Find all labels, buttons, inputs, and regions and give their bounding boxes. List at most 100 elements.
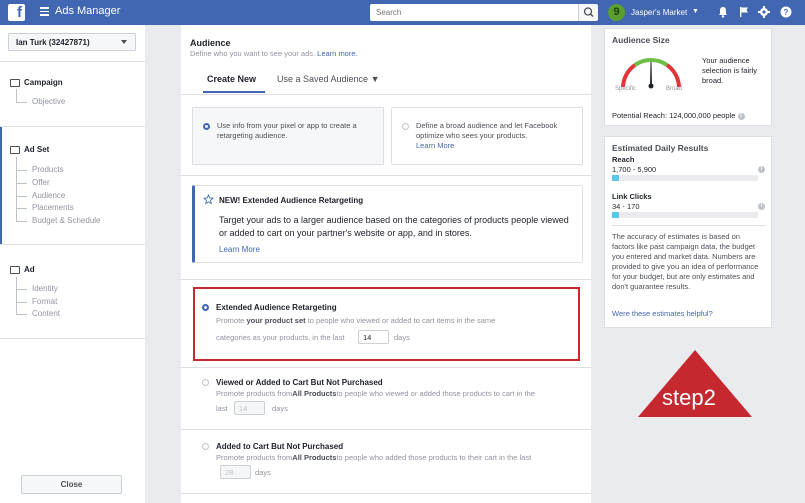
reach-bar <box>612 175 758 181</box>
days-unit: days <box>272 404 288 413</box>
radio-pixel-retargeting[interactable] <box>203 123 210 130</box>
tab-saved-audience[interactable]: Use a Saved Audience ▼ <box>277 74 380 84</box>
choice-description: Promote your product set to people who v… <box>216 316 496 325</box>
promo-body: Target your ads to a larger audience bas… <box>219 215 569 238</box>
radio-viewed-not-purchased[interactable] <box>202 379 209 386</box>
estimated-results-card: Estimated Daily Results Reach 1,700 - 5,… <box>604 136 772 328</box>
nav-objective[interactable]: Objective <box>32 97 65 106</box>
svg-text:?: ? <box>784 8 789 17</box>
reach-value: 1,700 - 5,900 <box>612 165 657 174</box>
choice-title: Added to Cart But Not Purchased <box>216 442 344 451</box>
search-input[interactable] <box>370 4 578 21</box>
menu-icon[interactable] <box>40 7 49 16</box>
reach-label: Reach <box>612 155 635 164</box>
link-clicks-value: 34 - 170 <box>612 202 640 211</box>
info-icon[interactable]: i <box>737 112 745 120</box>
audience-panel: Audience Define who you want to see your… <box>181 25 591 503</box>
link-clicks-bar <box>612 212 758 218</box>
gauge-broad-label: Broad <box>666 86 683 92</box>
help-icon[interactable]: ? <box>779 5 793 19</box>
days-unit: days <box>394 333 410 342</box>
tab-create-new[interactable]: Create New <box>207 74 256 84</box>
audience-size-title: Audience Size <box>612 35 670 45</box>
extended-retargeting-promo: NEW! Extended Audience Retargeting Targe… <box>192 185 583 263</box>
chevron-down-icon <box>121 40 127 44</box>
days-input[interactable] <box>234 401 265 415</box>
radio-extended-retargeting[interactable] <box>202 304 209 311</box>
caret-down-icon: ▼ <box>370 74 380 84</box>
audience-size-gauge: Specific Broad <box>615 53 687 95</box>
estimates-helpful-link[interactable]: Were these estimates helpful? <box>612 309 713 318</box>
option-pixel-retargeting[interactable]: Use info from your pixel or app to creat… <box>192 107 384 165</box>
left-nav-panel: Ian Turk (32427871) Campaign Objective A… <box>0 25 145 503</box>
days-unit: days <box>255 468 271 477</box>
learn-more-link[interactable]: Learn more. <box>317 49 357 58</box>
nav-audience[interactable]: Audience <box>32 191 65 200</box>
choice-description-line2: last <box>216 404 228 413</box>
link-clicks-bar-fill <box>612 212 620 218</box>
nav-offer[interactable]: Offer <box>32 178 50 187</box>
audience-size-card: Audience Size Specific Broad Your audien… <box>604 28 772 126</box>
facebook-logo[interactable]: f <box>8 4 25 21</box>
estimated-results-title: Estimated Daily Results <box>612 143 709 153</box>
estimates-disclaimer: The accuracy of estimates is based on fa… <box>612 232 759 291</box>
radio-added-not-purchased[interactable] <box>202 443 209 450</box>
option-pixel-text: Use info from your pixel or app to creat… <box>217 121 357 140</box>
info-icon[interactable]: i <box>758 166 765 173</box>
search-icon <box>583 7 594 18</box>
info-icon[interactable]: i <box>758 203 765 210</box>
account-avatar[interactable]: 9 <box>608 4 625 21</box>
choice-title: Viewed or Added to Cart But Not Purchase… <box>216 378 383 387</box>
choice-extended-retargeting[interactable]: Extended Audience Retargeting Promote yo… <box>192 289 583 359</box>
ad-account-label: Ian Turk (32427871) <box>16 38 90 47</box>
account-chevron-icon[interactable]: ▼ <box>692 8 699 15</box>
audience-title: Audience <box>190 38 231 48</box>
audience-size-status: Your audience selection is fairly broad. <box>702 56 758 85</box>
step-label: step2 <box>662 385 716 410</box>
radio-broad-audience[interactable] <box>402 123 409 130</box>
flag-icon[interactable] <box>737 5 751 19</box>
choice-description-line2: categories as your products, in the last <box>216 333 345 342</box>
audience-subtitle: Define who you want to see your ads. Lea… <box>190 49 358 58</box>
potential-reach: Potential Reach: 124,000,000 people i <box>612 111 745 120</box>
choice-added-not-purchased[interactable]: Added to Cart But Not Purchased Promote … <box>192 429 583 489</box>
nav-campaign[interactable]: Campaign <box>24 78 63 87</box>
choice-description: Promote products fromAll Productsto peop… <box>216 389 535 398</box>
ad-account-select[interactable]: Ian Turk (32427871) <box>8 33 136 51</box>
nav-ad[interactable]: Ad <box>24 265 35 274</box>
option-broad-text: Define a broad audience and let Facebook… <box>416 121 558 140</box>
nav-section-adset: Ad Set Products Offer Audience Placement… <box>0 126 145 244</box>
star-icon <box>203 194 214 205</box>
adset-grid-icon <box>10 146 20 154</box>
close-button[interactable]: Close <box>21 475 122 494</box>
nav-identity[interactable]: Identity <box>32 284 58 293</box>
gauge-specific-label: Specific <box>615 86 637 92</box>
reach-bar-fill <box>612 175 620 181</box>
active-tab-underline <box>203 91 265 93</box>
link-clicks-label: Link Clicks <box>612 192 652 201</box>
nav-budget-schedule[interactable]: Budget & Schedule <box>32 216 101 225</box>
choice-title: Extended Audience Retargeting <box>216 303 337 312</box>
choice-description: Promote products fromAll Productsto peop… <box>216 453 532 462</box>
promo-learn-more-link[interactable]: Learn More <box>219 245 260 254</box>
top-bar: f Ads Manager 9 Jasper's Market ▼ ? <box>0 0 805 25</box>
ad-icon <box>10 266 20 274</box>
nav-adset[interactable]: Ad Set <box>24 145 49 154</box>
notifications-icon[interactable] <box>716 5 730 19</box>
settings-gear-icon[interactable] <box>757 5 771 19</box>
promo-title: NEW! Extended Audience Retargeting <box>219 196 364 205</box>
option-broad-audience[interactable]: Define a broad audience and let Facebook… <box>391 107 583 165</box>
nav-section-ad: Ad Identity Format Content <box>0 244 145 339</box>
nav-content[interactable]: Content <box>32 309 60 318</box>
campaign-folder-icon <box>10 79 20 87</box>
nav-format[interactable]: Format <box>32 297 57 306</box>
account-name[interactable]: Jasper's Market <box>631 8 687 17</box>
option-broad-learn-more[interactable]: Learn More <box>416 141 454 151</box>
nav-placements[interactable]: Placements <box>32 203 74 212</box>
nav-products[interactable]: Products <box>32 165 64 174</box>
days-input[interactable] <box>358 330 389 344</box>
choice-viewed-not-purchased[interactable]: Viewed or Added to Cart But Not Purchase… <box>192 367 583 429</box>
days-input[interactable] <box>220 465 251 479</box>
search-button[interactable] <box>578 4 598 21</box>
app-title: Ads Manager <box>55 5 121 17</box>
